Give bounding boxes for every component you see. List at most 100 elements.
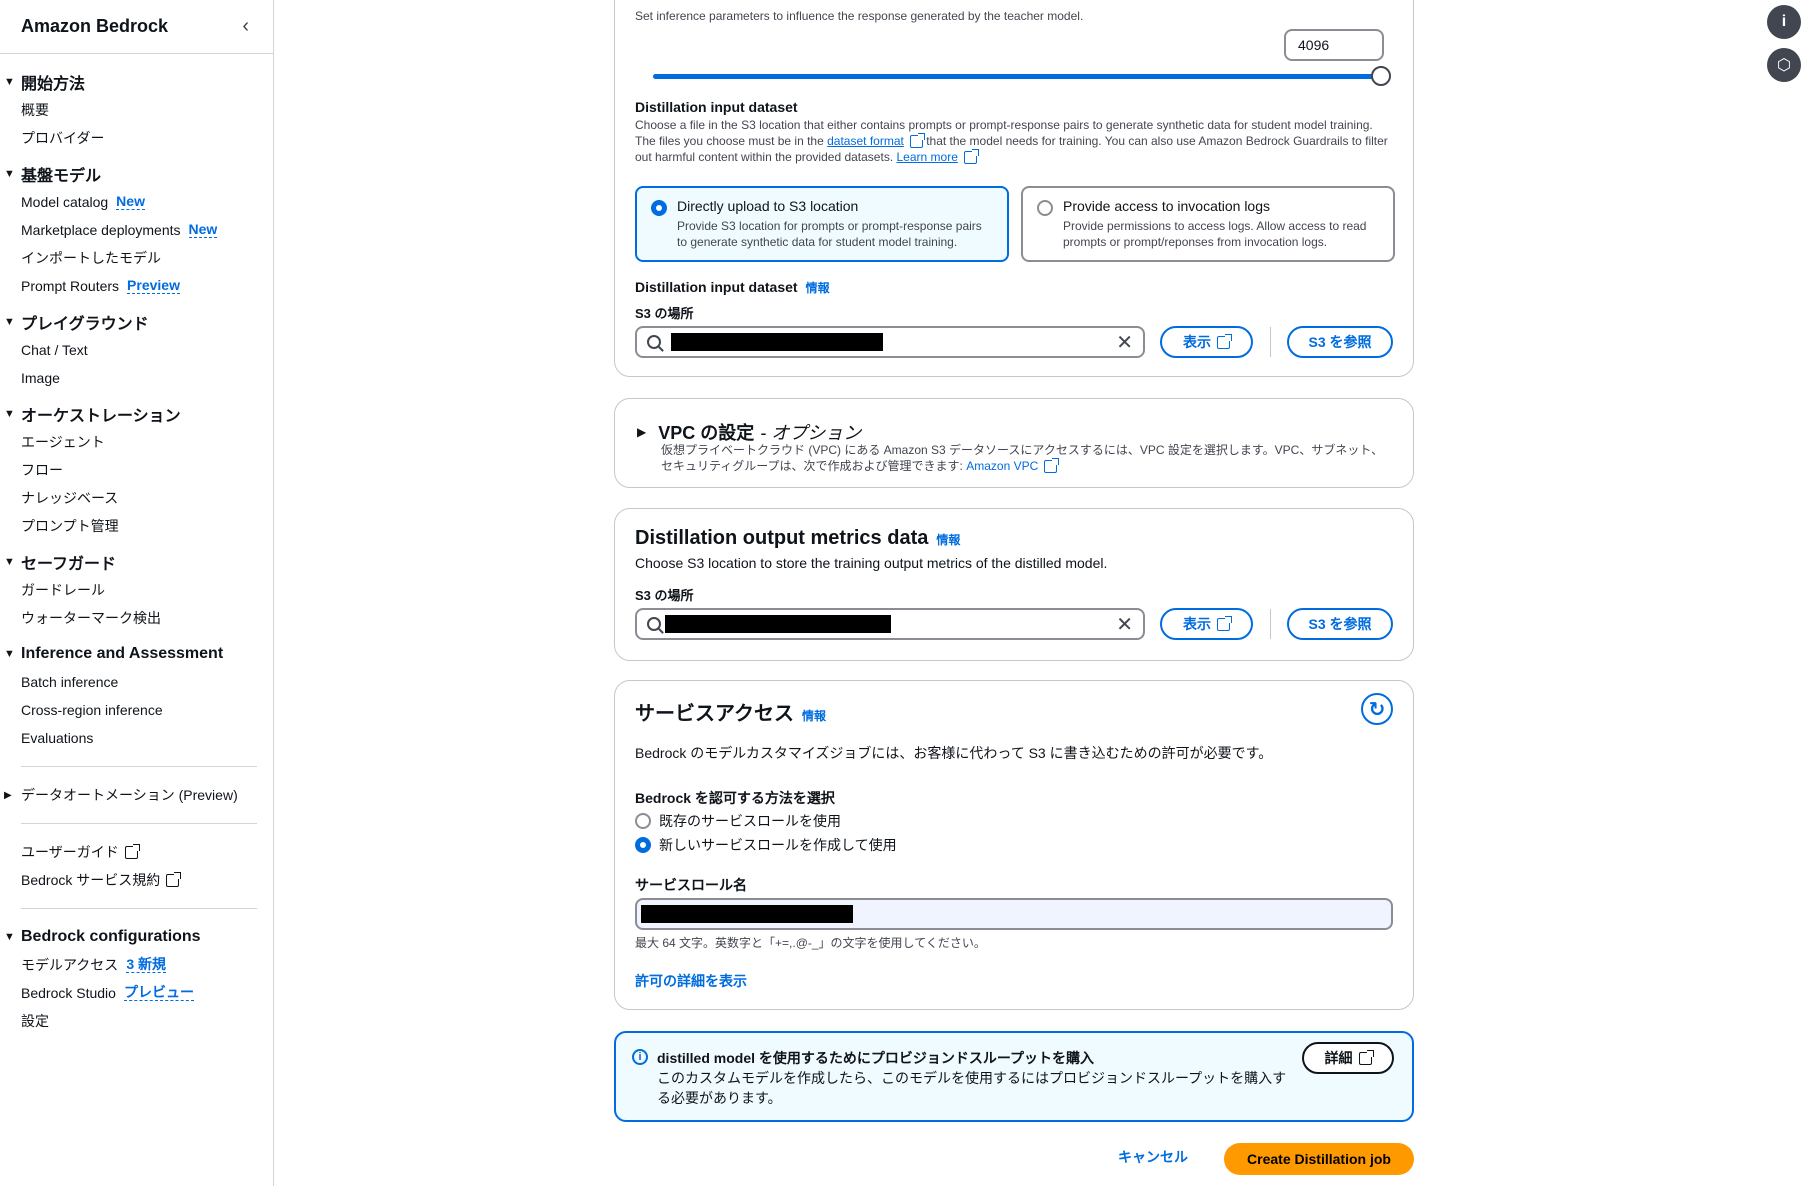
radio-invocation-logs[interactable]	[1037, 200, 1053, 216]
sidebar-section-header[interactable]: ▼ Inference and Assessment	[0, 640, 273, 668]
sidebar-section-header[interactable]: ▼ 開始方法	[0, 68, 273, 96]
tile-content: Provide access to invocation logs Provid…	[1063, 198, 1379, 250]
service-access-header: サービスアクセス 情報	[635, 697, 826, 726]
sidebar-item-marketplace[interactable]: Marketplace deployments New	[0, 216, 273, 244]
sidebar-item-imported-models[interactable]: インポートしたモデル	[0, 244, 273, 272]
sidebar-item-label: Batch inference	[21, 674, 119, 690]
sidebar-item-prompt-management[interactable]: プロンプト管理	[0, 512, 273, 540]
input-s3-location-field[interactable]: ✕	[635, 326, 1145, 358]
sidebar-item-bedrock-studio[interactable]: Bedrock Studio プレビュー	[0, 979, 273, 1007]
learn-more-link[interactable]: Learn more	[897, 150, 958, 164]
sidebar-item-guardrails[interactable]: ガードレール	[0, 576, 273, 604]
sidebar-item-batch-inference[interactable]: Batch inference	[0, 668, 273, 696]
browse-s3-button[interactable]: S3 を参照	[1287, 608, 1393, 640]
sidebar-section-header[interactable]: ▼ プレイグラウンド	[0, 308, 273, 336]
external-link-icon	[963, 149, 979, 165]
clear-icon[interactable]: ✕	[1116, 330, 1133, 355]
view-s3-button[interactable]: 表示	[1160, 326, 1253, 358]
sidebar-section-header[interactable]: ▼ Bedrock configurations	[0, 923, 273, 951]
refresh-icon[interactable]: ↻	[1361, 693, 1393, 725]
info-link[interactable]: 情報	[806, 281, 830, 295]
sidebar-item-prompt-routers[interactable]: Prompt Routers Preview	[0, 272, 273, 300]
amazon-vpc-link[interactable]: Amazon VPC	[966, 459, 1038, 473]
sidebar-item-label: Marketplace deployments	[21, 222, 181, 238]
sidebar-section-data-automation[interactable]: ▶ データオートメーション (Preview)	[0, 781, 273, 809]
output-metrics-card: Distillation output metrics data 情報 Choo…	[614, 508, 1414, 661]
slider-thumb[interactable]	[1371, 66, 1391, 86]
info-link[interactable]: 情報	[936, 531, 960, 548]
new-badge: New	[188, 221, 218, 238]
sidebar-item-flows[interactable]: フロー	[0, 456, 273, 484]
sidebar-item-agents[interactable]: エージェント	[0, 428, 273, 456]
caret-down-icon: ▼	[4, 556, 15, 568]
provisioned-throughput-alert: i distilled model を使用するためにプロビジョンドスループットを…	[614, 1031, 1414, 1122]
output-s3-location-field[interactable]: ✕	[635, 608, 1145, 640]
sidebar-section-title: オーケストレーション	[21, 408, 181, 425]
alert-details-button[interactable]: 詳細	[1302, 1042, 1394, 1074]
sidebar-item-knowledge-bases[interactable]: ナレッジベース	[0, 484, 273, 512]
view-s3-button[interactable]: 表示	[1160, 608, 1253, 640]
sidebar-item-label: Image	[21, 370, 60, 386]
new-badge: New	[116, 193, 145, 210]
radio-existing-role[interactable]	[635, 813, 651, 829]
sidebar-section-header[interactable]: ▼ 基盤モデル	[0, 160, 273, 188]
sidebar-item-model-catalog[interactable]: Model catalog New	[0, 188, 273, 216]
sidebar-link-terms[interactable]: Bedrock サービス規約	[0, 866, 273, 894]
sidebar-item-providers[interactable]: プロバイダー	[0, 124, 273, 152]
sidebar-section-header[interactable]: ▼ セーフガード	[0, 548, 273, 576]
sidebar-item-evaluations[interactable]: Evaluations	[0, 724, 273, 752]
notifications-icon[interactable]: ⬡	[1767, 48, 1801, 82]
browse-s3-button[interactable]: S3 を参照	[1287, 326, 1393, 358]
dataset-description: Choose a file in the S3 location that ei…	[635, 117, 1395, 165]
slider-fill	[653, 74, 1381, 79]
info-panel-icon[interactable]: i	[1767, 5, 1801, 39]
sidebar-item-image[interactable]: Image	[0, 364, 273, 392]
max-length-input[interactable]: 4096	[1284, 29, 1384, 61]
sidebar-item-settings[interactable]: 設定	[0, 1007, 273, 1035]
option-new-role[interactable]: 新しいサービスロールを作成して使用	[635, 835, 897, 855]
create-distillation-job-button[interactable]: Create Distillation job	[1224, 1143, 1414, 1175]
max-length-slider-track[interactable]	[653, 74, 1381, 79]
side-navigation: Amazon Bedrock ‹ ▼ 開始方法 概要 プロバイダー ▼ 基盤モデル …	[0, 0, 274, 1186]
sidebar-item-watermark[interactable]: ウォーターマーク検出	[0, 604, 273, 632]
redacted-value	[665, 615, 891, 633]
tile-direct-upload-s3[interactable]: Directly upload to S3 location Provide S…	[635, 186, 1009, 262]
tile-description: Provide permissions to access logs. Allo…	[1063, 219, 1367, 249]
info-link[interactable]: 情報	[802, 707, 826, 724]
sidebar-item-chat-text[interactable]: Chat / Text	[0, 336, 273, 364]
collapse-sidebar-icon[interactable]: ‹	[242, 15, 249, 38]
sidebar-item-overview[interactable]: 概要	[0, 96, 273, 124]
sidebar-section-foundation-models: ▼ 基盤モデル Model catalog New Marketplace depl…	[0, 160, 273, 300]
sidebar-title[interactable]: Amazon Bedrock	[21, 16, 168, 37]
sidebar-section-title: Bedrock configurations	[21, 928, 201, 945]
tile-invocation-logs[interactable]: Provide access to invocation logs Provid…	[1021, 186, 1395, 262]
external-link-icon	[1217, 615, 1232, 631]
authorize-method-label: Bedrock を認可する方法を選択	[635, 790, 835, 806]
radio-direct-upload[interactable]	[651, 200, 667, 216]
button-label: 表示	[1183, 616, 1211, 632]
sidebar-divider	[21, 908, 257, 909]
external-link-icon	[166, 871, 182, 887]
sidebar-item-model-access[interactable]: モデルアクセス 3 新規	[0, 951, 273, 979]
cancel-button[interactable]: キャンセル	[1118, 1147, 1188, 1167]
service-access-card: サービスアクセス 情報 ↻ Bedrock のモデルカスタマイズジョブには、お客…	[614, 680, 1414, 1010]
dataset-format-link[interactable]: dataset format	[827, 134, 904, 148]
external-link-icon	[124, 843, 140, 859]
sidebar-item-cross-region[interactable]: Cross-region inference	[0, 696, 273, 724]
clear-icon[interactable]: ✕	[1116, 612, 1133, 637]
button-label: 詳細	[1324, 1050, 1353, 1066]
option-existing-role[interactable]: 既存のサービスロールを使用	[635, 811, 841, 831]
sidebar-item-label: プロンプト管理	[21, 518, 119, 534]
view-permission-details-link[interactable]: 許可の詳細を表示	[635, 971, 747, 991]
sidebar-section-header[interactable]: ▼ オーケストレーション	[0, 400, 273, 428]
sidebar-section-safeguards: ▼ セーフガード ガードレール ウォーターマーク検出	[0, 548, 273, 632]
sidebar-item-label: ガードレール	[21, 582, 105, 598]
service-role-name-input[interactable]	[635, 898, 1393, 930]
inference-params-description: Set inference parameters to influence th…	[635, 9, 1084, 23]
radio-new-role[interactable]	[635, 837, 651, 853]
input-dataset-label: Distillation input dataset 情報	[635, 279, 830, 296]
sidebar-item-label: Bedrock サービス規約	[21, 872, 161, 888]
sidebar-item-label: ウォーターマーク検出	[21, 610, 161, 626]
sidebar-link-user-guide[interactable]: ユーザーガイド	[0, 838, 273, 866]
redacted-value	[671, 333, 883, 351]
